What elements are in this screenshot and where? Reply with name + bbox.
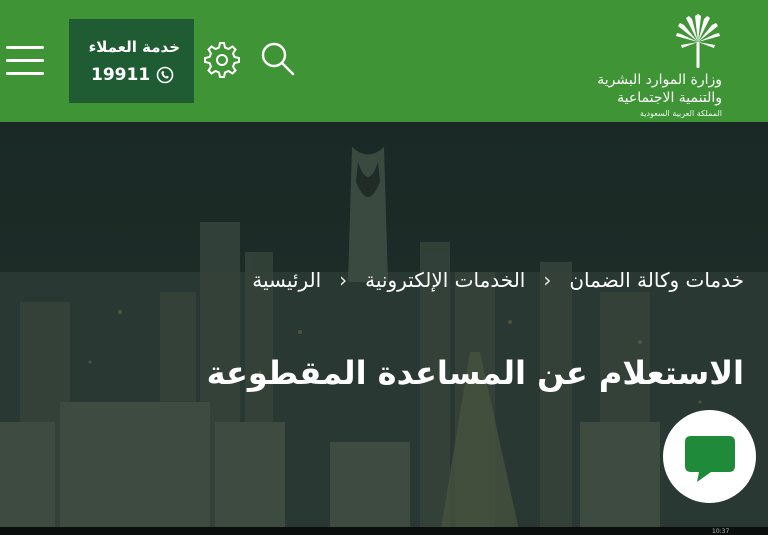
gear-icon[interactable]	[204, 42, 240, 78]
breadcrumb: الرئيسية ‹ الخدمات الإلكترونية ‹ خدمات و…	[252, 268, 744, 292]
city-skyline-image	[0, 122, 768, 535]
ministry-name-line2: والتنمية الاجتماعية	[617, 90, 722, 106]
menu-icon[interactable]	[6, 44, 44, 78]
site-header: خدمة العملاء 19911 وزارة الموارد البشرية…	[0, 0, 768, 122]
status-bar: 10:37	[0, 527, 768, 535]
customer-service-button[interactable]: خدمة العملاء 19911	[69, 19, 194, 103]
chat-icon	[685, 436, 735, 482]
chevron-left-icon: ‹	[339, 268, 348, 292]
ministry-name-line1: وزارة الموارد البشرية	[597, 72, 722, 88]
hero-banner: الرئيسية ‹ الخدمات الإلكترونية ‹ خدمات و…	[0, 122, 768, 535]
phone-icon	[156, 66, 174, 84]
page-title: الاستعلام عن المساعدة المقطوعة	[206, 354, 744, 392]
breadcrumb-home[interactable]: الرئيسية	[252, 268, 321, 292]
breadcrumb-guarantee-services[interactable]: خدمات وكالة الضمان	[569, 268, 744, 292]
status-time: 10:37	[712, 528, 730, 535]
customer-service-title: خدمة العملاء	[88, 38, 180, 56]
chat-button[interactable]	[663, 410, 756, 503]
palm-logo-icon	[676, 14, 720, 68]
chevron-left-icon: ‹	[543, 268, 552, 292]
search-icon[interactable]	[260, 41, 296, 77]
phone-number: 19911	[91, 65, 151, 85]
ministry-logo[interactable]: وزارة الموارد البشرية والتنمية الاجتماعي…	[597, 12, 722, 118]
customer-service-phone: 19911	[91, 65, 174, 85]
breadcrumb-eservices[interactable]: الخدمات الإلكترونية	[365, 268, 525, 292]
kingdom-name: المملكة العربية السعودية	[639, 109, 722, 118]
